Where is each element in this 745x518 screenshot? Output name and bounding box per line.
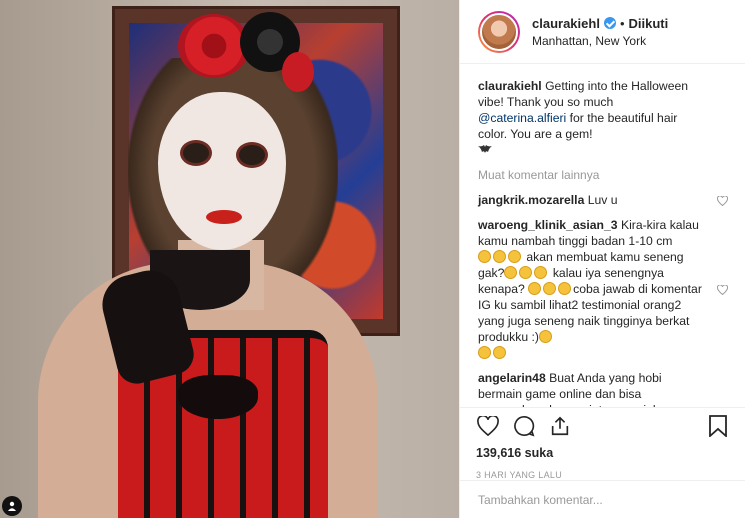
- verified-badge-icon: [603, 17, 616, 29]
- photo-lips: [206, 210, 242, 224]
- share-icon[interactable]: [548, 414, 572, 438]
- header-separator: •: [619, 15, 625, 31]
- list-item: waroeng_klinik_asian_3 Kira-kira kalau k…: [478, 217, 730, 361]
- comment-like-heart-icon[interactable]: [716, 194, 729, 210]
- comment-input[interactable]: [478, 492, 728, 507]
- caption-username[interactable]: claurakiehl: [478, 79, 542, 93]
- comment-username[interactable]: jangkrik.mozarella: [478, 193, 584, 207]
- heart-icon[interactable]: [476, 414, 500, 438]
- grin-emoji-icon: [538, 330, 552, 343]
- post-timestamp[interactable]: 3 HARI YANG LALU: [476, 470, 730, 480]
- comment-like-heart-icon[interactable]: [716, 283, 729, 299]
- header-username[interactable]: claurakiehl: [532, 16, 600, 31]
- joy-emoji-icon: [558, 282, 572, 295]
- person-icon[interactable]: [2, 496, 22, 516]
- post-photo[interactable]: [0, 0, 459, 518]
- grin-emoji-icon: [493, 346, 506, 359]
- grin-emoji-icon: [519, 266, 533, 279]
- comment-username[interactable]: angelarin48: [478, 371, 546, 385]
- avatar[interactable]: [478, 10, 520, 53]
- header-text: claurakiehl • Diikuti Manhattan, New Yor…: [532, 16, 668, 48]
- joy-emoji-icon: [528, 282, 542, 295]
- list-item: angelarin48 Buat Anda yang hobi bermain …: [478, 370, 730, 407]
- bookmark-icon[interactable]: [706, 414, 730, 438]
- avatar-image: [480, 12, 518, 51]
- action-icon-row: [476, 408, 730, 444]
- photo-flower-red-small: [282, 52, 314, 92]
- grin-emoji-icon: [478, 250, 491, 263]
- photo-eye-left: [180, 140, 212, 166]
- grin-emoji-icon: [493, 250, 506, 263]
- photo-eye-right: [236, 142, 268, 168]
- grin-emoji-icon: [534, 266, 548, 279]
- comment-text: Luv u: [587, 193, 618, 207]
- location-link[interactable]: Manhattan, New York: [532, 34, 668, 48]
- bat-emoji-icon: [478, 143, 492, 159]
- grin-emoji-icon: [504, 266, 518, 279]
- follow-status-button[interactable]: Diikuti: [629, 16, 669, 31]
- post-header: claurakiehl • Diikuti Manhattan, New Yor…: [460, 0, 745, 64]
- likes-count[interactable]: 139,616 suka: [476, 446, 730, 460]
- photo-bow: [178, 375, 258, 419]
- list-item: jangkrik.mozarella Luv u: [478, 192, 730, 208]
- load-more-comments-button[interactable]: Muat komentar lainnya: [478, 168, 730, 182]
- caption-mention-link[interactable]: @caterina.alfieri: [478, 111, 566, 125]
- joy-emoji-icon: [543, 282, 557, 295]
- post-actions: 139,616 suka 3 HARI YANG LALU: [460, 407, 745, 480]
- header-row: claurakiehl • Diikuti: [532, 16, 668, 31]
- comment-username[interactable]: waroeng_klinik_asian_3: [478, 218, 618, 232]
- grin-emoji-icon: [508, 250, 521, 263]
- post-side-panel: claurakiehl • Diikuti Manhattan, New Yor…: [459, 0, 745, 518]
- comments-list[interactable]: claurakiehl Getting into the Halloween v…: [460, 64, 745, 407]
- add-comment-bar: [460, 480, 745, 518]
- grin-emoji-icon: [478, 346, 491, 359]
- comment-icon[interactable]: [512, 414, 536, 438]
- photo-flower-red: [178, 14, 250, 78]
- caption: claurakiehl Getting into the Halloween v…: [478, 78, 730, 159]
